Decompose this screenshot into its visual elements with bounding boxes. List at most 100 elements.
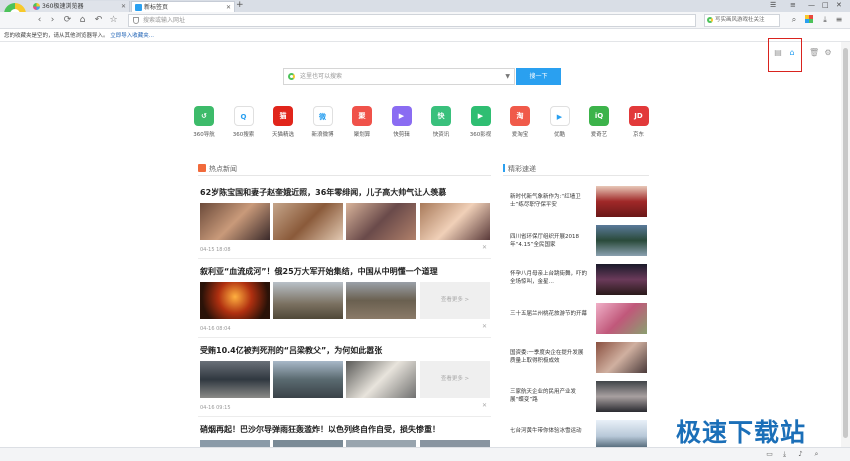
page-search-input[interactable]: 这里也可以搜索 ▼ xyxy=(283,68,515,85)
news-image[interactable] xyxy=(200,203,270,240)
picks-item[interactable]: 四川省环保厅组织开展2018年“4.15”全民国家 xyxy=(510,233,588,249)
maximize-icon[interactable]: □ xyxy=(822,0,829,11)
picks-heading: 精彩速递 xyxy=(503,164,536,174)
news-title[interactable]: 受贿10.4亿被判死刑的“吕梁教父”，为何如此嚣张 xyxy=(200,345,382,356)
news-image[interactable] xyxy=(420,440,490,447)
download-icon[interactable]: ⤓ xyxy=(780,450,789,459)
picks-image[interactable] xyxy=(596,264,647,295)
back-icon[interactable]: ‹ xyxy=(34,15,45,26)
app-shortcut[interactable]: 淘爱淘宝 xyxy=(504,106,536,138)
news-image[interactable] xyxy=(273,203,343,240)
app-label: 快资讯 xyxy=(432,132,450,138)
apps-grid-icon[interactable] xyxy=(805,15,813,23)
watermark: 极速下载站 xyxy=(676,418,807,447)
settings-gear-icon[interactable]: ⚙ xyxy=(823,48,833,58)
app-label: 优酷 xyxy=(553,132,565,138)
page-search-placeholder: 这里也可以搜索 xyxy=(300,73,343,80)
theme-icon[interactable]: ⌂ xyxy=(787,48,797,58)
tab-new-tab[interactable]: 新标签页 ✕ xyxy=(131,1,235,12)
app-shortcut[interactable]: JD 京东 xyxy=(623,106,655,138)
dismiss-icon[interactable]: ✕ xyxy=(482,244,487,251)
new-tab-button[interactable]: + xyxy=(236,0,244,11)
app-shortcut[interactable]: ▶ 360影视 xyxy=(465,106,497,138)
news-image[interactable] xyxy=(273,282,343,319)
youku-icon: ▶ xyxy=(549,106,570,126)
news-meta: 04-16 09:15 xyxy=(200,405,231,411)
news-image[interactable] xyxy=(420,203,490,240)
news-image[interactable] xyxy=(273,440,343,447)
dismiss-icon[interactable]: ✕ xyxy=(482,402,487,409)
app-shortcut[interactable]: Q 360搜索 xyxy=(228,106,260,138)
more-menu-icon[interactable]: ≡ xyxy=(834,15,844,25)
news-image[interactable] xyxy=(346,282,416,319)
news-image[interactable] xyxy=(346,361,416,398)
skin-icon[interactable]: ☰ xyxy=(770,0,776,11)
news-icon xyxy=(198,164,206,172)
news-title[interactable]: 62岁陈宝国和妻子赵奎娥近照，36年零绯闻，儿子高大帅气让人羡慕 xyxy=(200,187,446,198)
tab-360-browser[interactable]: 360极速浏览器 ✕ xyxy=(30,1,130,12)
jd-icon: JD xyxy=(628,106,649,126)
picks-title: 精彩速递 xyxy=(508,165,536,173)
news-title[interactable]: 硝烟再起！巴沙尔导弹雨狂轰滥炸！以色列终自作自受，损失惨重！ xyxy=(200,424,440,435)
undo-icon[interactable]: ↶ xyxy=(93,15,104,26)
news-image[interactable] xyxy=(200,282,270,319)
picks-bar-icon xyxy=(503,164,505,172)
tab-label: 新标签页 xyxy=(144,4,169,11)
picks-image[interactable] xyxy=(596,381,647,412)
app-label: 爱奇艺 xyxy=(590,132,608,138)
zoom-icon[interactable]: ⌕ xyxy=(812,450,821,459)
picks-image[interactable] xyxy=(596,225,647,256)
news-title[interactable]: 叙利亚“血流成河”！俄25万大军开始集结，中国从中明懂一个道理 xyxy=(200,266,438,277)
menu-icon[interactable]: ≡ xyxy=(790,0,796,11)
app-label: 聚划算 xyxy=(353,132,371,138)
chevron-down-icon[interactable]: ▼ xyxy=(505,69,510,84)
minimize-icon[interactable]: — xyxy=(808,0,815,11)
picks-image[interactable] xyxy=(596,420,647,447)
import-favorites-link[interactable]: 立即导入收藏夹... xyxy=(110,33,154,39)
picks-image[interactable] xyxy=(596,303,647,334)
picks-item[interactable]: 怀孕八月母亲上台跳街舞，吓的全场惊叫，金星… xyxy=(510,270,588,286)
list-view-icon[interactable]: ▤ xyxy=(773,48,783,58)
app-shortcut[interactable]: ▶ 优酷 xyxy=(544,106,576,138)
picks-item[interactable]: 国资委:一季度央企在提升发展质量上取得积极成效 xyxy=(510,349,588,365)
see-more-button[interactable]: 查看更多 > xyxy=(420,361,490,398)
app-shortcut[interactable]: ▶ 快剪辑 xyxy=(386,106,418,138)
picks-item[interactable]: 七台河黄牛带你体验冰雪运动 xyxy=(510,427,588,435)
news-image[interactable] xyxy=(346,440,416,447)
aitaobao-icon: 淘 xyxy=(510,106,530,126)
bookmark-star-icon[interactable]: ☆ xyxy=(108,15,119,26)
scrollbar-thumb[interactable] xyxy=(843,48,848,438)
sound-icon[interactable]: ♪ xyxy=(796,450,805,459)
app-shortcut[interactable]: 猫天猫精选 xyxy=(267,106,299,138)
trash-icon[interactable]: 🗑 xyxy=(809,48,819,58)
picks-item[interactable]: 新时代新气象新作为:“红墙卫士”练尽职守保平安 xyxy=(510,193,588,209)
top-search-input[interactable]: 写实画风游戏社关注 xyxy=(704,14,780,27)
forward-icon[interactable]: › xyxy=(47,15,58,26)
home-icon[interactable]: ⌂ xyxy=(77,15,88,26)
search-button[interactable]: 搜一下 xyxy=(516,68,561,85)
app-shortcut[interactable]: iQ 爱奇艺 xyxy=(583,106,615,138)
news-image[interactable] xyxy=(346,203,416,240)
tmall-icon: 猫 xyxy=(273,106,293,126)
picks-image[interactable] xyxy=(596,342,647,373)
news-image[interactable] xyxy=(273,361,343,398)
news-image[interactable] xyxy=(200,361,270,398)
app-shortcut[interactable]: ↺ 360导航 xyxy=(188,106,220,138)
picks-item[interactable]: 三家航天企业的民用产业发展“蝶变”路 xyxy=(510,388,588,404)
picks-image[interactable] xyxy=(596,186,647,217)
app-shortcut[interactable]: 聚聚划算 xyxy=(346,106,378,138)
search-icon[interactable]: ⌕ xyxy=(789,15,799,25)
download-icon[interactable]: ⤓ xyxy=(820,15,830,25)
reload-icon[interactable]: ⟳ xyxy=(62,15,73,26)
app-shortcut[interactable]: 快快资讯 xyxy=(425,106,457,138)
close-window-icon[interactable]: ✕ xyxy=(836,0,842,11)
see-more-button[interactable]: 查看更多 > xyxy=(420,282,490,319)
news-image[interactable] xyxy=(200,440,270,447)
app-shortcut[interactable]: 微新浪微博 xyxy=(307,106,339,138)
dismiss-icon[interactable]: ✕ xyxy=(482,323,487,330)
tab-close-icon[interactable]: ✕ xyxy=(121,1,126,12)
picks-item[interactable]: 三十五届兰州桃花旅游节的开幕 xyxy=(510,310,588,318)
divider xyxy=(198,416,491,417)
window-icon[interactable]: ▭ xyxy=(765,450,774,459)
address-bar[interactable]: 搜索或输入网址 xyxy=(128,14,696,27)
